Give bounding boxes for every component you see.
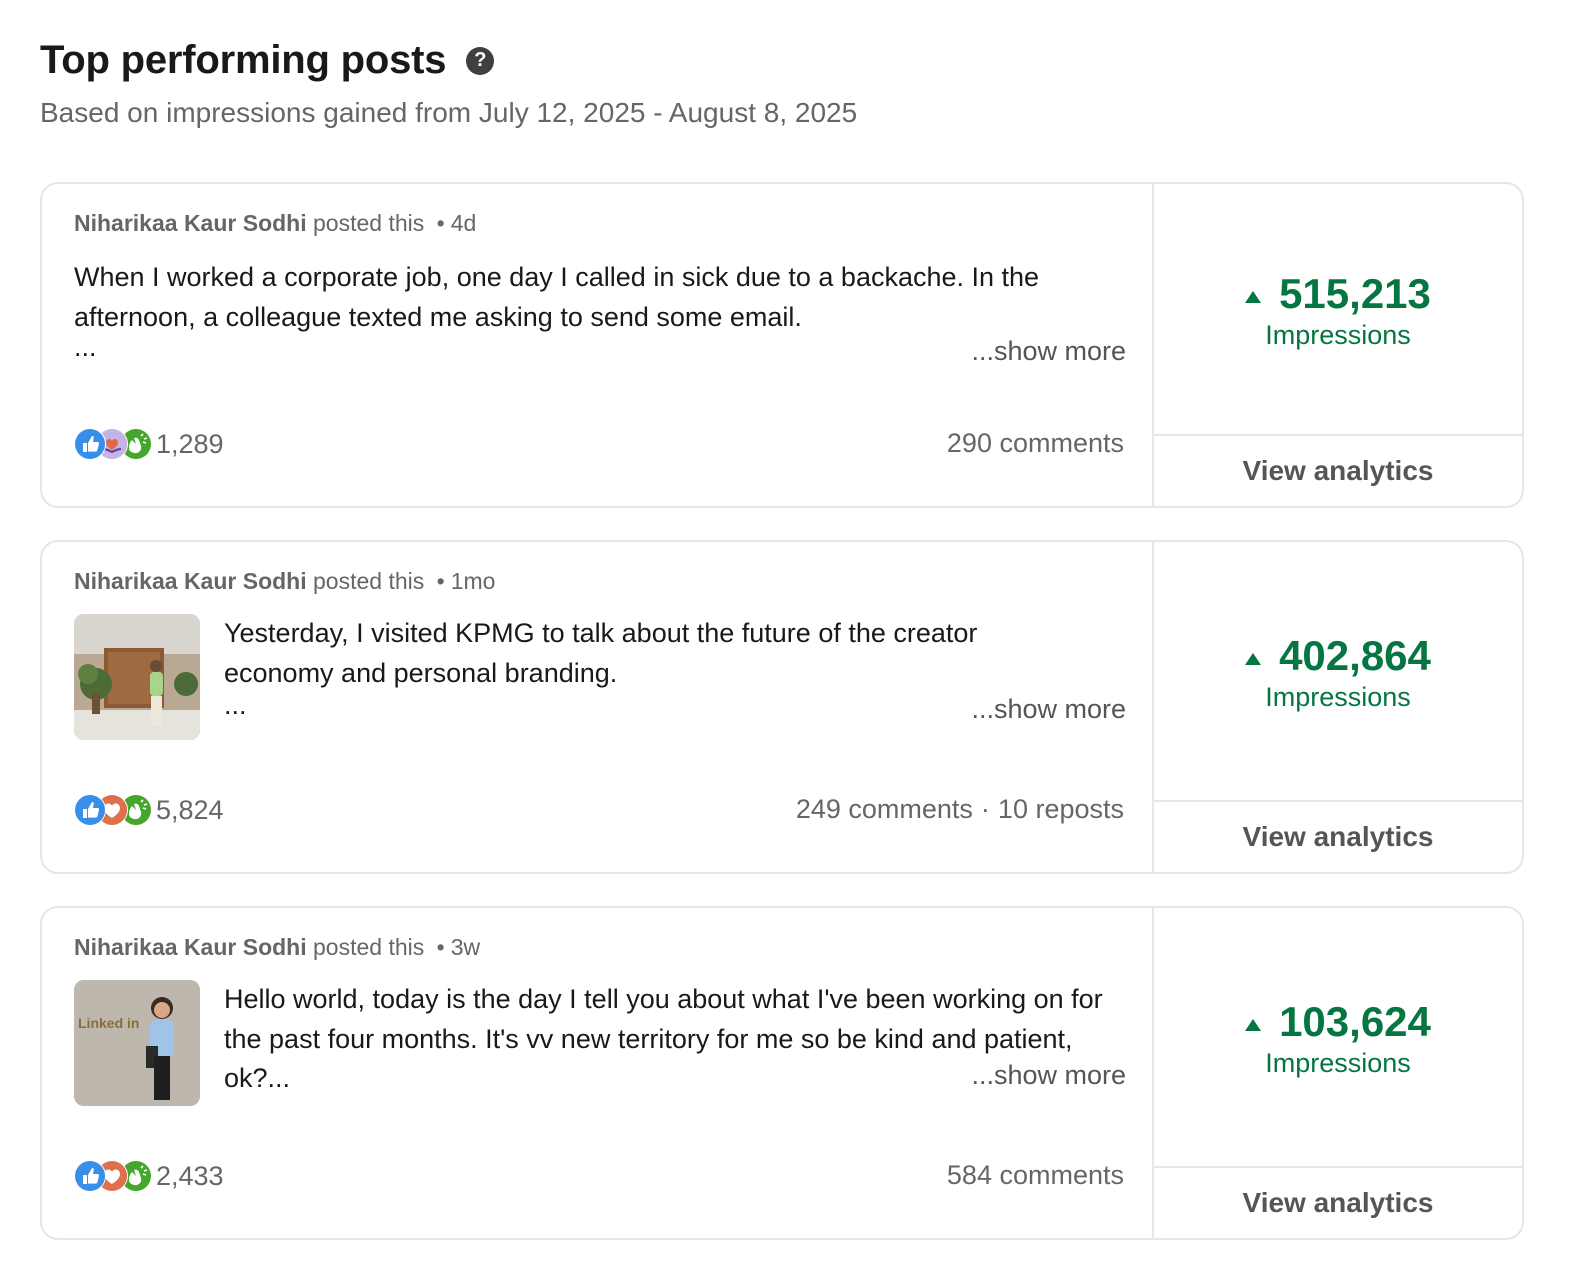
post-body[interactable]: Yesterday, I visited KPMG to talk about … <box>74 614 1126 742</box>
reactions-summary[interactable]: 1,289 <box>74 428 224 460</box>
stats-separator: · <box>980 794 990 824</box>
reactions-summary[interactable]: 2,433 <box>74 1160 224 1192</box>
post-body[interactable]: Linked in Hello world, today is the day … <box>74 980 1126 1108</box>
post-age: 1mo <box>450 568 496 594</box>
impressions-summary: 402,864 Impressions <box>1154 632 1522 713</box>
section-subtitle: Based on impressions gained from July 12… <box>40 97 858 128</box>
meta-separator: • <box>436 934 445 960</box>
post-stats[interactable]: 584 comments <box>947 1160 1124 1191</box>
like-icon <box>74 1160 106 1192</box>
post-card: Niharikaa Kaur Sodhi posted this • 4d Whe… <box>40 182 1524 508</box>
post-author[interactable]: Niharikaa Kaur Sodhi <box>74 934 307 960</box>
post-stats: 249 comments · 10 reposts <box>796 794 1124 825</box>
post-text-ellipsis: ... <box>74 332 97 362</box>
comments-count[interactable]: 249 comments <box>796 794 973 824</box>
trend-up-icon <box>1245 1019 1262 1031</box>
thumbnail-sign-text: Linked in <box>78 1015 139 1031</box>
view-analytics-button[interactable]: View analytics <box>1154 800 1522 872</box>
post-author[interactable]: Niharikaa Kaur Sodhi <box>74 568 307 594</box>
question-circle-icon[interactable]: ? <box>466 46 495 75</box>
post-age: 4d <box>450 210 477 236</box>
impressions-label: Impressions <box>1265 682 1411 712</box>
post-meta: Niharikaa Kaur Sodhi posted this • 3w <box>74 934 480 961</box>
reposts-count[interactable]: 10 reposts <box>998 794 1124 824</box>
impressions-summary: 515,213 Impressions <box>1154 270 1522 351</box>
impressions-panel: 103,624 Impressions View analytics <box>1152 908 1522 1238</box>
like-icon <box>74 428 106 460</box>
post-content: Niharikaa Kaur Sodhi posted this • 1mo Y… <box>42 542 1156 872</box>
reactions-summary[interactable]: 5,824 <box>74 794 224 826</box>
post-footer: 2,433 584 comments <box>74 1160 1124 1196</box>
post-author[interactable]: Niharikaa Kaur Sodhi <box>74 210 307 236</box>
impressions-panel: 515,213 Impressions View analytics <box>1152 184 1522 506</box>
impressions-value: 515,213 <box>1279 270 1431 317</box>
show-more-link[interactable]: ...show more <box>971 336 1126 367</box>
impressions-value: 402,864 <box>1279 632 1431 679</box>
post-action: posted this <box>313 568 425 594</box>
section-title: Top performing posts <box>40 38 447 82</box>
impressions-value: 103,624 <box>1279 998 1431 1045</box>
post-content: Niharikaa Kaur Sodhi posted this • 4d Whe… <box>42 184 1156 506</box>
post-thumbnail[interactable]: Linked in <box>74 980 200 1106</box>
post-stats[interactable]: 290 comments <box>947 428 1124 459</box>
post-text: When I worked a corporate job, one day I… <box>74 262 1040 332</box>
top-posts-section: Top performing posts ? Based on impressi… <box>0 0 1594 1284</box>
post-card: Niharikaa Kaur Sodhi posted this • 3w Lin… <box>40 906 1524 1240</box>
view-analytics-button[interactable]: View analytics <box>1154 434 1522 506</box>
post-age: 3w <box>450 934 481 960</box>
section-header: Top performing posts ? Based on impressi… <box>40 38 857 129</box>
reaction-count: 5,824 <box>156 794 224 825</box>
post-content: Niharikaa Kaur Sodhi posted this • 3w Lin… <box>42 908 1156 1238</box>
post-action: posted this <box>313 934 425 960</box>
reaction-count: 1,289 <box>156 428 224 459</box>
post-footer: 1,289 290 comments <box>74 428 1124 464</box>
impressions-label: Impressions <box>1265 1048 1411 1078</box>
post-meta: Niharikaa Kaur Sodhi posted this • 4d <box>74 210 476 237</box>
trend-up-icon <box>1245 653 1262 665</box>
post-body[interactable]: When I worked a corporate job, one day I… <box>74 258 1126 378</box>
post-footer: 5,824 249 comments · 10 reposts <box>74 794 1124 830</box>
impressions-summary: 103,624 Impressions <box>1154 998 1522 1079</box>
meta-separator: • <box>436 568 445 594</box>
comments-count[interactable]: 584 comments <box>947 1160 1124 1190</box>
comments-count[interactable]: 290 comments <box>947 428 1124 458</box>
show-more-link[interactable]: ...show more <box>961 1060 1126 1091</box>
post-card: Niharikaa Kaur Sodhi posted this • 1mo Y… <box>40 540 1524 874</box>
meta-separator: • <box>436 210 445 236</box>
post-text-ellipsis: ... <box>224 690 247 720</box>
post-text: Yesterday, I visited KPMG to talk about … <box>224 618 978 688</box>
view-analytics-button[interactable]: View analytics <box>1154 1166 1522 1238</box>
impressions-label: Impressions <box>1265 320 1411 350</box>
post-meta: Niharikaa Kaur Sodhi posted this • 1mo <box>74 568 495 595</box>
show-more-link[interactable]: ...show more <box>971 694 1126 725</box>
impressions-panel: 402,864 Impressions View analytics <box>1152 542 1522 872</box>
reaction-count: 2,433 <box>156 1160 224 1191</box>
post-thumbnail[interactable] <box>74 614 200 740</box>
post-action: posted this <box>313 210 425 236</box>
like-icon <box>74 794 106 826</box>
trend-up-icon <box>1245 291 1262 303</box>
